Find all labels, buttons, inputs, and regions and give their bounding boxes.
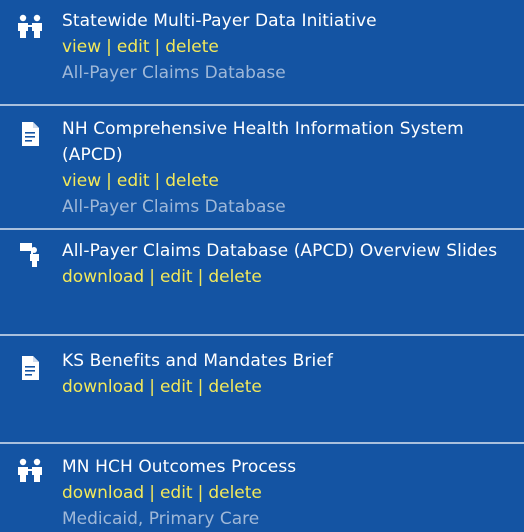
delete-link[interactable]: delete (208, 267, 262, 287)
edit-link[interactable]: edit (160, 377, 193, 397)
separator: | (154, 171, 161, 191)
item-title: KS Benefits and Mandates Brief (62, 351, 333, 371)
document-icon (16, 354, 44, 382)
separator: | (149, 267, 155, 287)
item-tags: Medicaid, Primary Care (62, 506, 510, 532)
view-link[interactable]: view (62, 171, 101, 191)
list-item: NH Comprehensive Health Information Syst… (0, 106, 524, 228)
item-actions: view | edit | delete (62, 168, 510, 194)
people-icon (16, 12, 44, 40)
item-title: Statewide Multi-Payer Data Initiative (62, 11, 377, 31)
list-item: MN HCH Outcomes Process download | edit | de… (0, 444, 524, 529)
list-item: All-Payer Claims Database (APCD) Overvie… (0, 230, 524, 334)
tag-link[interactable]: Medicaid (62, 509, 138, 529)
tag-separator: , (137, 509, 144, 529)
item-title: NH Comprehensive Health Information Syst… (62, 119, 464, 165)
edit-link[interactable]: edit (160, 267, 193, 287)
people-icon (16, 456, 44, 484)
separator: | (154, 37, 161, 57)
view-link[interactable]: view (62, 37, 101, 57)
download-link[interactable]: download (62, 377, 144, 397)
item-actions: download | edit | delete (62, 480, 510, 506)
presenter-icon (16, 240, 44, 268)
resource-list: Statewide Multi-Payer Data Initiative vi… (0, 0, 524, 529)
item-actions: download | edit | delete (62, 374, 510, 400)
delete-link[interactable]: delete (165, 171, 219, 191)
delete-link[interactable]: delete (165, 37, 219, 57)
edit-link[interactable]: edit (117, 37, 150, 57)
item-tags: All-Payer Claims Database (62, 194, 510, 220)
item-actions: download | edit | delete (62, 264, 510, 290)
separator: | (197, 377, 204, 397)
separator: | (106, 171, 112, 191)
separator: | (149, 377, 155, 397)
item-title: MN HCH Outcomes Process (62, 457, 297, 477)
list-item: KS Benefits and Mandates Brief download |… (0, 336, 524, 442)
separator: | (106, 37, 112, 57)
document-icon (16, 120, 44, 148)
download-link[interactable]: download (62, 267, 144, 287)
tag-link[interactable]: All-Payer Claims Database (62, 197, 286, 217)
separator: | (149, 483, 155, 503)
item-title: All-Payer Claims Database (APCD) Overvie… (62, 241, 498, 261)
edit-link[interactable]: edit (160, 483, 193, 503)
edit-link[interactable]: edit (117, 171, 150, 191)
separator: | (197, 267, 204, 287)
list-item: Statewide Multi-Payer Data Initiative vi… (0, 0, 524, 104)
item-tags: All-Payer Claims Database (62, 60, 510, 86)
separator: | (197, 483, 204, 503)
item-actions: view | edit | delete (62, 34, 510, 60)
download-link[interactable]: download (62, 483, 144, 503)
tag-link[interactable]: All-Payer Claims Database (62, 63, 286, 83)
tag-link[interactable]: Primary Care (149, 509, 259, 529)
delete-link[interactable]: delete (208, 483, 262, 503)
delete-link[interactable]: delete (208, 377, 262, 397)
